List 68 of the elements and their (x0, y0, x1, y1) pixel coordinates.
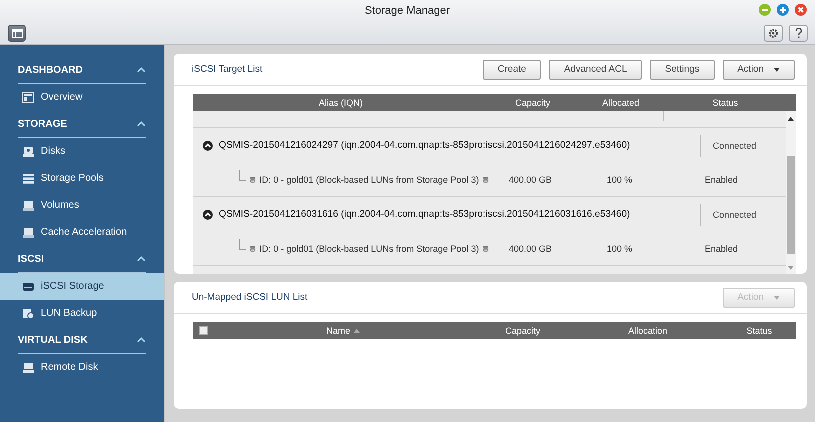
column-header[interactable]: Name (213, 326, 473, 336)
stack-icon (22, 172, 35, 184)
chevron-icon[interactable] (137, 256, 146, 262)
table-cell-text: 400.00 GB (508, 244, 554, 254)
column-header: Status (712, 98, 740, 108)
table-cell-text: Enabled (704, 244, 740, 254)
monitor-icon (22, 362, 35, 374)
column-header[interactable]: Status (723, 326, 796, 336)
toolbar-button[interactable]: Advanced ACL (549, 60, 642, 80)
help-button[interactable] (789, 24, 808, 42)
toolbar-button[interactable]: Settings (650, 60, 715, 80)
sidebar-item[interactable]: LUN Backup (0, 300, 164, 327)
settings-icon (768, 28, 779, 38)
column-header: Alias (IQN) (318, 98, 364, 108)
section-title: STORAGE (18, 118, 68, 130)
caret-icon (774, 296, 780, 300)
chevron-icon[interactable] (137, 67, 146, 73)
help-icon (794, 28, 802, 38)
maximize-icon[interactable] (777, 4, 789, 16)
toolbar-button[interactable]: Create (482, 60, 542, 80)
sidebar-item[interactable]: Volumes (0, 192, 164, 219)
layout-icon (22, 92, 35, 104)
table-cell-text: 400.00 GB (508, 174, 554, 184)
section-title: ISCSI (18, 254, 44, 264)
panel-title: Un-Mapped iSCSI LUN List (192, 292, 308, 303)
lun-name: ID: 0 - gold01 (Block-based LUNs from Storage Pool 3) (260, 174, 480, 184)
chevron-icon[interactable] (137, 337, 146, 343)
column-header: Allocated (601, 98, 641, 108)
backup-icon (22, 308, 35, 320)
scroll-down-icon[interactable] (788, 266, 794, 270)
sidebar-item[interactable]: Disks (0, 138, 164, 165)
dropdown-button[interactable]: Action (722, 60, 795, 80)
collapse-icon[interactable] (203, 140, 213, 150)
sidebar-item[interactable]: Remote Disk (0, 354, 164, 381)
close-icon[interactable] (795, 4, 807, 16)
collapse-icon[interactable] (203, 210, 213, 220)
sidebar-item[interactable]: Cache Acceleration (0, 219, 164, 246)
lun-name: ID: 0 - gold01 (Block-based LUNs from Storage Pool 3) (260, 244, 480, 254)
caret-icon (774, 68, 780, 72)
column-header[interactable]: Capacity (473, 326, 573, 336)
column-header: Capacity (514, 98, 552, 108)
table-cell-text: 100 % (606, 244, 634, 254)
sidebar-item[interactable]: Storage Pools (0, 165, 164, 192)
sidebar-item[interactable]: iSCSI Storage (0, 273, 164, 300)
section-title: VIRTUAL DISK (18, 334, 88, 346)
settings-button[interactable] (764, 24, 783, 42)
table-cell-text: 100 % (606, 174, 634, 184)
drive-icon (22, 280, 35, 292)
target-name: QSMIS-2015041216031616 (iqn.2004-04.com.qnap:ts-853pro:iscsi.2015041216031616.e53460) (219, 209, 630, 220)
sidebar-item[interactable]: Overview (0, 84, 164, 111)
section-header[interactable]: STORAGE (18, 111, 146, 138)
panel-title: iSCSI Target List (192, 64, 263, 75)
select-all-checkbox[interactable] (199, 326, 208, 335)
drive-icon (22, 200, 35, 212)
column-header[interactable]: Allocation (573, 326, 723, 336)
layout-icon (12, 28, 22, 38)
disk-icon (22, 146, 35, 158)
sidebar-toggle-button[interactable] (8, 24, 26, 42)
window-title: Storage Manager (365, 5, 450, 17)
chevron-icon[interactable] (137, 121, 146, 127)
scroll-up-icon[interactable] (788, 117, 794, 121)
target-name: QSMIS-2015041216024297 (iqn.2004-04.com.qnap:ts-853pro:iscsi.2015041216024297.e53460) (219, 140, 630, 151)
drive-icon (22, 226, 35, 238)
section-title: DASHBOARD (18, 64, 83, 76)
section-header[interactable]: VIRTUAL DISK (18, 327, 146, 354)
table-cell-text: Enabled (704, 174, 740, 184)
section-header[interactable]: DASHBOARD (18, 57, 146, 84)
scrollbar[interactable] (786, 111, 796, 274)
